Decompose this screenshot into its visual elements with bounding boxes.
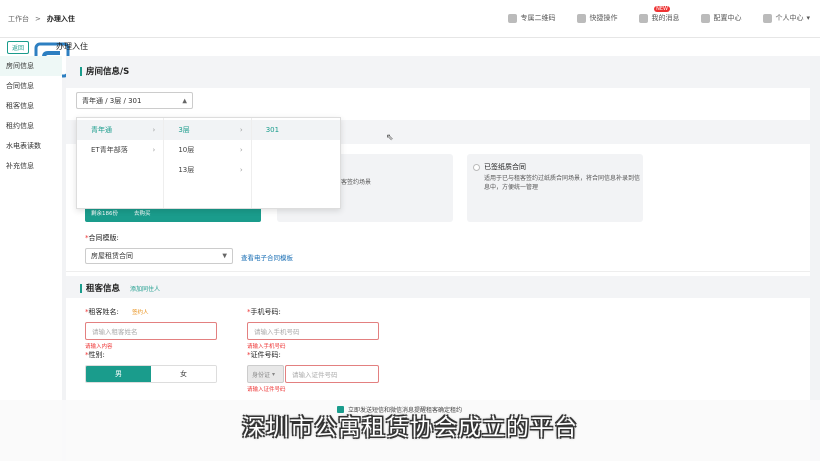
room-section-title-text: 房间信息/S — [86, 67, 130, 77]
signer-tag: 签约人 — [132, 310, 149, 316]
sidebar-item-room[interactable]: 房间信息 — [0, 56, 62, 76]
cascader-option[interactable]: 301 — [251, 120, 341, 140]
chevron-down-icon: ▾ — [806, 14, 810, 22]
sidebar-item-contract[interactable]: 合同信息 — [0, 76, 62, 96]
id-number-input[interactable]: 请输入证件号码 — [285, 365, 379, 383]
tenant-section-header — [66, 276, 810, 298]
remaining-count: 剩余186份 — [91, 211, 118, 217]
cascader-option[interactable]: 13层 › — [164, 160, 250, 180]
tenant-section-title-text: 租客信息 — [86, 284, 121, 294]
sidebar-item-meter[interactable]: 水电表读数 — [0, 136, 62, 156]
sidebar-item-lease[interactable]: 租约信息 — [0, 116, 62, 136]
room-section-title: 房间信息/S — [80, 65, 129, 77]
mouse-cursor-icon: ⇖ — [386, 133, 394, 143]
buy-link[interactable]: 去购买 — [134, 209, 151, 217]
cascader-col-room: 301 — [251, 118, 341, 208]
lightning-icon — [577, 13, 587, 23]
phone-input[interactable]: 请输入手机号码 — [247, 322, 379, 340]
page-title: 办理入住 — [56, 42, 88, 51]
radio-icon — [473, 164, 480, 171]
gear-icon — [701, 13, 711, 23]
messages-button[interactable]: 我的消息 — [639, 13, 679, 23]
quick-action-button[interactable]: 快捷操作 — [577, 13, 617, 23]
tenant-name-label: *租客姓名: — [85, 308, 119, 316]
tenant-name-input[interactable]: 请输入租客姓名 — [85, 322, 217, 340]
tenant-name-error: 请输入内容 — [85, 344, 113, 350]
id-type-select[interactable]: 身份证 ▾ — [247, 365, 284, 383]
config-center-label: 配置中心 — [713, 14, 742, 22]
top-actions: 专属二维码 快捷操作 我的消息 配置中心 个人中心 ▾ — [508, 13, 810, 23]
contract-card-title: 已签纸质合同 — [484, 163, 526, 171]
gender-female-option[interactable]: 女 — [151, 366, 216, 382]
personal-center-label: 个人中心 — [775, 14, 804, 22]
sidebar-item-extra[interactable]: 补充信息 — [0, 156, 62, 176]
cascader-col-floor: 3层 › 10层 › 13层 › — [164, 118, 252, 208]
chevron-down-icon: ▾ — [271, 370, 275, 378]
id-number-error: 请输入证件号码 — [247, 387, 286, 393]
user-icon — [763, 13, 773, 23]
phone-error: 请输入手机号码 — [247, 344, 286, 350]
video-subtitle: 深圳市公寓租赁协会成立的平台 — [242, 415, 578, 441]
chevron-right-icon: › — [152, 126, 156, 134]
divider — [66, 271, 810, 272]
new-badge: NEW — [654, 6, 670, 12]
chevron-down-icon: ▼ — [222, 252, 227, 260]
breadcrumb: 工作台 > 办理入住 — [8, 14, 75, 24]
contract-card-desc: 适用于已与租客签约过纸质合同场景，将合同信息补录到信息中，方便统一管理 — [484, 175, 641, 191]
sidebar-item-tenant[interactable]: 租客信息 — [0, 96, 62, 116]
chevron-right-icon: › — [152, 146, 156, 154]
breadcrumb-separator: > — [35, 15, 41, 23]
phone-label: *手机号码: — [247, 308, 281, 316]
cascader-option[interactable]: 青年通 › — [77, 120, 164, 140]
view-template-link[interactable]: 查看电子合同模板 — [241, 252, 293, 262]
id-number-label: *证件号码: — [247, 351, 281, 359]
quick-action-label: 快捷操作 — [589, 14, 618, 22]
personal-center-button[interactable]: 个人中心 ▾ — [763, 13, 810, 23]
back-row: 返回 — [0, 38, 820, 56]
room-cascader: 青年通 › ET青年部落 › 3层 › 10层 › 13层 › 301 — [76, 117, 341, 209]
contract-card-paper[interactable]: 已签纸质合同 适用于已与租客签约过纸质合同场景，将合同信息补录到信息中，方便统一… — [467, 154, 643, 222]
add-cotenant-link[interactable]: 添加同住人 — [130, 284, 160, 293]
room-select-value: 青年通 / 3层 / 301 — [82, 96, 142, 105]
chevron-right-icon: › — [239, 166, 243, 174]
cascader-option[interactable]: 3层 › — [164, 120, 251, 140]
bell-icon — [639, 13, 649, 23]
gender-label: *性别: — [85, 351, 105, 359]
qrcode-icon — [508, 13, 518, 23]
chevron-right-icon: › — [239, 146, 243, 154]
cascader-option[interactable]: ET青年部落 › — [77, 140, 163, 160]
config-center-button[interactable]: 配置中心 — [701, 13, 741, 23]
gender-toggle: 男 女 — [85, 365, 217, 383]
cascader-option[interactable]: 10层 › — [164, 140, 250, 160]
template-select[interactable]: 房屋租赁合同 ▼ — [85, 248, 233, 264]
gender-male-option[interactable]: 男 — [86, 366, 151, 382]
room-select[interactable]: 青年通 / 3层 / 301 ▲ — [76, 92, 193, 109]
template-label: *合同模版: — [85, 234, 119, 242]
tenant-section-title: 租客信息 添加同住人 — [80, 282, 160, 294]
messages-label: 我的消息 — [651, 14, 680, 22]
room-section-header — [66, 56, 810, 88]
qrcode-button[interactable]: 专属二维码 — [508, 13, 555, 23]
chevron-right-icon: › — [239, 126, 243, 134]
chevron-up-icon: ▲ — [182, 97, 187, 104]
template-select-value: 房屋租赁合同 — [91, 252, 133, 260]
top-bar: 工作台 > 办理入住 专属二维码 快捷操作 我的消息 配置中心 个人中心 ▾ NE… — [0, 0, 820, 38]
breadcrumb-current: 办理入住 — [46, 15, 75, 23]
cascader-col-building: 青年通 › ET青年部落 › — [77, 118, 165, 208]
breadcrumb-root[interactable]: 工作台 — [8, 14, 29, 24]
back-button[interactable]: 返回 — [7, 41, 30, 54]
qrcode-label: 专属二维码 — [520, 14, 556, 22]
